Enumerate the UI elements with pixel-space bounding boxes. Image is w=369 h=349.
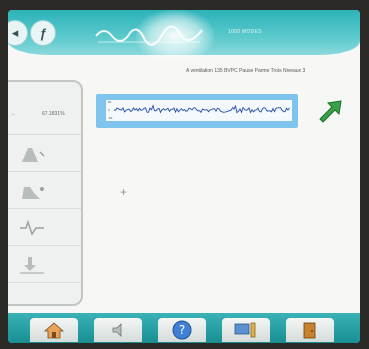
waveform-trace — [113, 104, 292, 114]
touch-screen: ◂ ƒ 1000 MODES A ventilation 135 BVPC Pa… — [8, 10, 360, 343]
sound-button[interactable] — [94, 318, 142, 342]
function-icon: ƒ — [39, 25, 47, 41]
arrow-icon: → — [10, 111, 16, 117]
device-logo — [95, 25, 203, 46]
volume-shape-icon — [22, 148, 45, 162]
waveform-display[interactable]: 50 0 -50 — [96, 94, 298, 128]
parameter-row[interactable] — [8, 172, 81, 209]
bottom-toolbar: ? — [8, 313, 360, 343]
status-line: A ventilation 135 BVPC Pause Parme Trois… — [186, 68, 306, 74]
header-title: 1000 MODES — [228, 29, 262, 35]
flow-wave-icon — [20, 219, 44, 236]
parameter-value: 67.1831% — [42, 111, 65, 117]
help-button[interactable]: ? — [158, 318, 206, 342]
svg-text:?: ? — [179, 323, 185, 337]
monitor-settings-icon — [234, 322, 256, 338]
exit-door-icon — [303, 322, 316, 339]
home-icon — [43, 322, 65, 339]
exit-button[interactable] — [286, 318, 334, 342]
help-icon: ? — [172, 320, 192, 340]
monitor-settings-button[interactable] — [222, 318, 270, 342]
header-bar: ◂ ƒ 1000 MODES — [8, 10, 360, 55]
parameter-row[interactable]: → 67.1831% — [8, 98, 81, 135]
left-parameter-panel: → 67.1831% — [8, 80, 83, 306]
pressure-shape-icon — [22, 187, 44, 199]
parameter-row[interactable] — [8, 135, 81, 172]
trigger-icon — [20, 257, 44, 274]
function-button[interactable]: ƒ — [30, 20, 56, 46]
parameter-row[interactable] — [8, 209, 81, 246]
home-button[interactable] — [30, 318, 78, 342]
waveform-trace-area: 50 0 -50 — [106, 100, 292, 121]
go-arrow-button[interactable] — [313, 96, 347, 126]
previous-button[interactable]: ◂ — [8, 20, 28, 46]
back-icon: ◂ — [11, 25, 19, 40]
speaker-icon — [112, 323, 122, 337]
parameter-row[interactable] — [8, 246, 81, 283]
cursor-crosshair-icon: + — [120, 185, 128, 199]
